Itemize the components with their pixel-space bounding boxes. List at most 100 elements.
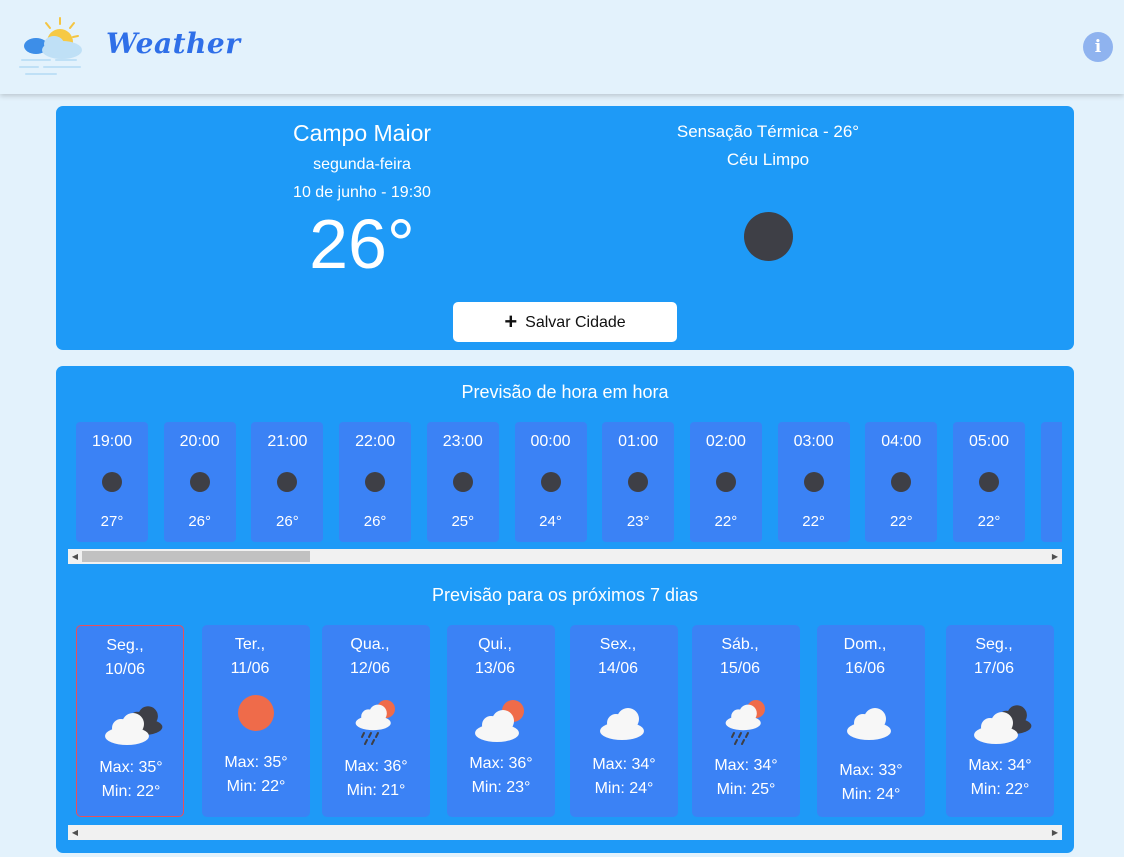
daily-item[interactable]: Qua., 12/06 Max: 36° Min: 21° <box>322 625 430 817</box>
moon-icon <box>277 472 298 492</box>
day-label: Seg., 17/06 <box>954 633 1034 681</box>
sky-condition: Céu Limpo <box>726 150 810 169</box>
day-minmax: Max: 34° Min: 24° <box>570 753 678 801</box>
moon-icon <box>102 472 122 492</box>
day-name: Qui., <box>478 636 512 653</box>
day-max: Max: 34° <box>714 757 778 774</box>
day-name: Seg., <box>975 636 1013 653</box>
day-label: Qua., 12/06 <box>330 633 410 681</box>
save-city-label: Salvar Cidade <box>525 314 626 331</box>
hour-temp: 22° <box>802 513 825 530</box>
hour-temp: 26° <box>276 513 299 530</box>
day-name: Seg., <box>106 637 144 654</box>
day-max: Max: 33° <box>839 762 903 779</box>
hour-time: 00:00 <box>530 433 571 450</box>
moon-icon <box>715 472 736 492</box>
info-button[interactable]: i <box>1083 32 1113 62</box>
hour-temp: 22° <box>977 513 1001 530</box>
hourly-item: 00:00 24° <box>514 422 587 542</box>
scrollbar-thumb[interactable] <box>82 551 310 562</box>
day-minmax: Max: 34° Min: 25° <box>692 754 800 802</box>
hour-temp: 23° <box>626 513 650 530</box>
day-max: Max: 35° <box>99 759 163 776</box>
day-min: Min: 21° <box>346 782 406 799</box>
day-max: Max: 36° <box>469 755 533 772</box>
day-min: Min: 25° <box>716 781 776 798</box>
moon-icon <box>365 472 386 492</box>
cloudy-night-icon <box>105 706 163 745</box>
hourly-item: 01:00 23° <box>602 422 675 542</box>
day-min: Min: 24° <box>594 780 654 797</box>
forecast-card: Previsão de hora em hora 19:00 27° 20:00 26… <box>56 366 1074 853</box>
hour-time: 02:00 <box>705 433 746 450</box>
hour-temp: 26° <box>363 513 387 530</box>
moon-icon <box>540 472 561 492</box>
hourly-item: 03:00 22° <box>777 422 850 542</box>
daily-item[interactable]: Seg., 10/06 Max: 35° Min: 22° <box>76 625 184 817</box>
current-datetime: 10 de junho - 19:30 <box>293 184 431 201</box>
cloudy-night-icon <box>974 705 1032 744</box>
moon-icon <box>189 472 210 492</box>
hourly-list[interactable]: 19:00 27° 20:00 26° 21:00 26° 22:00 26° 23:00 25°… <box>68 422 1062 542</box>
day-max: Max: 35° <box>224 754 288 771</box>
hour-time: 19:00 <box>91 433 133 450</box>
weekday: segunda-feira <box>313 156 411 173</box>
day-label: Qui., 13/06 <box>455 633 535 681</box>
day-minmax: Max: 36° Min: 23° <box>447 752 555 800</box>
day-name: Sex., <box>599 636 637 653</box>
hourly-scrollbar[interactable]: ◀ ▶ <box>68 549 1062 564</box>
moon-icon <box>891 472 912 492</box>
daily-item[interactable]: Qui., 13/06 Max: 36° Min: 23° <box>447 625 555 817</box>
hourly-item: 04:00 22° <box>865 422 938 542</box>
daily-item[interactable]: Seg., 17/06 Max: 34° Min: 22° <box>946 625 1054 817</box>
hour-temp: 22° <box>889 513 913 530</box>
day-date: 15/06 <box>719 660 761 677</box>
sun-icon <box>238 695 274 731</box>
day-date: 14/06 <box>597 660 639 677</box>
weather-logo-icon[interactable] <box>16 12 88 82</box>
hour-temp: 27° <box>100 513 124 530</box>
day-min: Min: 23° <box>471 779 531 796</box>
daily-item[interactable]: Sáb., 15/06 Max: 34° Min: 25° <box>692 625 800 817</box>
rain-sun-icon <box>355 700 395 745</box>
cloud-icon <box>600 708 644 740</box>
day-date: 12/06 <box>349 660 391 677</box>
scroll-right-icon[interactable]: ▶ <box>1048 825 1062 840</box>
hour-temp: 26° <box>188 513 212 530</box>
feels-like: Sensação Térmica - 26° <box>676 122 860 141</box>
moon-icon <box>979 472 999 492</box>
hour-time: 20:00 <box>179 433 220 450</box>
rain-sun-icon <box>725 700 765 745</box>
day-date: 13/06 <box>474 660 516 677</box>
day-max: Max: 34° <box>968 757 1032 774</box>
hour-time: 01:00 <box>618 433 659 450</box>
plus-icon: + <box>504 309 518 334</box>
hour-time: 03:00 <box>793 433 834 450</box>
scroll-right-icon[interactable]: ▶ <box>1048 549 1062 564</box>
scroll-left-icon[interactable]: ◀ <box>68 549 82 564</box>
daily-scrollbar[interactable]: ◀ ▶ <box>68 825 1062 840</box>
hour-time: 23:00 <box>442 433 483 450</box>
partly-cloudy-icon <box>475 700 524 742</box>
day-label: Dom., 16/06 <box>825 633 905 681</box>
day-minmax: Max: 36° Min: 21° <box>322 755 430 803</box>
city-name: Campo Maior <box>292 120 432 146</box>
hourly-item: 02:00 22° <box>689 422 762 542</box>
day-max: Max: 36° <box>344 758 408 775</box>
scroll-left-icon[interactable]: ◀ <box>68 825 82 840</box>
day-min: Min: 22° <box>970 781 1030 798</box>
daily-item[interactable]: Sex., 14/06 Max: 34° Min: 24° <box>570 625 678 817</box>
hour-time: 22:00 <box>355 433 396 450</box>
daily-item[interactable]: Dom., 16/06 Max: 33° Min: 24° <box>817 625 925 817</box>
current-weather-card: Campo Maior segunda-feira 10 de junho - … <box>56 106 1074 350</box>
day-date: 17/06 <box>973 660 1015 677</box>
hour-time: 05:00 <box>968 433 1010 450</box>
daily-item[interactable]: Ter., 11/06 Max: 35° Min: 22° <box>202 625 310 817</box>
current-temperature: 26° <box>309 205 415 283</box>
day-minmax: Max: 33° Min: 24° <box>817 759 925 807</box>
save-city-button[interactable]: + Salvar Cidade <box>453 302 677 342</box>
moon-icon <box>744 212 793 261</box>
day-name: Ter., <box>234 636 266 653</box>
day-minmax: Max: 35° Min: 22° <box>77 756 185 804</box>
hour-temp: 22° <box>714 513 738 530</box>
